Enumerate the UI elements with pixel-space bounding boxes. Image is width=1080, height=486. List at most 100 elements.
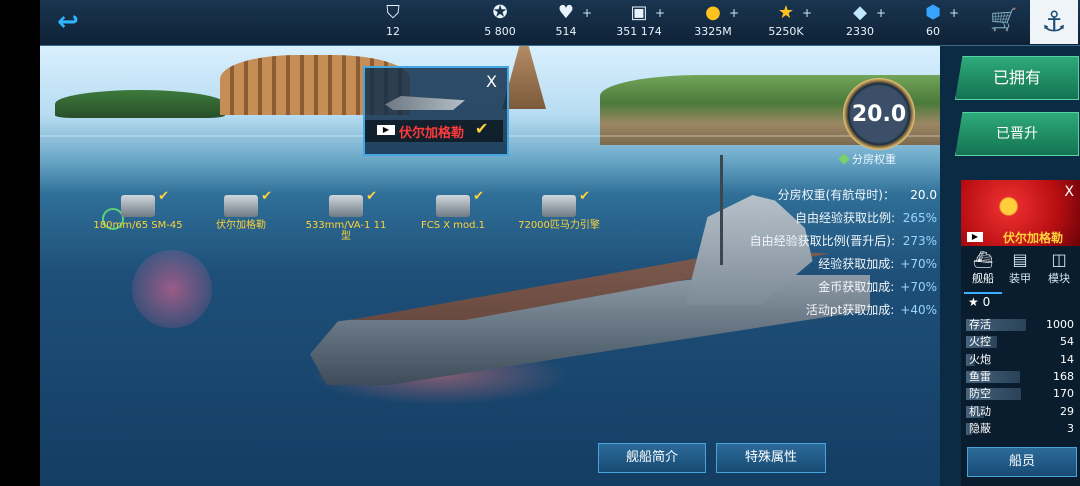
coin-icon: ● xyxy=(705,2,721,23)
tab-armor[interactable]: ▤ 装甲 xyxy=(1001,250,1039,292)
attribute-value: 170 xyxy=(1053,387,1074,401)
star-icon: ★ xyxy=(968,295,979,309)
module-engine[interactable]: ✔ 72000匹马力引擎 xyxy=(514,190,604,231)
book-icon: ▣ xyxy=(630,2,648,23)
anchor-icon[interactable]: ⚓ xyxy=(1030,0,1078,44)
attribute-row: 存活 1000 xyxy=(966,318,1078,332)
resource-rank: ⛉ 12 xyxy=(353,2,433,38)
attribute-row: 隐蔽 3 xyxy=(966,422,1078,436)
module-hull[interactable]: ✔ 伏尔加格勒 xyxy=(196,190,286,231)
check-icon: ✔ xyxy=(158,189,169,204)
attribute-row: 火控 54 xyxy=(966,335,1078,349)
armor-icon: ▤ xyxy=(1012,250,1028,269)
engine-icon xyxy=(542,195,576,217)
ship-intro-button[interactable]: 舰船简介 xyxy=(598,443,706,473)
stat-row: 自由经验获取比例: 265% xyxy=(794,211,937,225)
left-black-bar xyxy=(0,0,40,486)
attribute-label: 机动 xyxy=(969,404,991,418)
plus-icon[interactable]: + xyxy=(802,6,812,20)
tab-ship[interactable]: ⛴ 舰船 xyxy=(964,250,1002,294)
resource-diamonds[interactable]: ◆ + 2330 xyxy=(820,2,900,38)
back-arrow-icon: ↩ xyxy=(57,7,79,37)
gun-turret-icon xyxy=(121,195,155,217)
stat-row: 金币获取加成: +70% xyxy=(818,280,937,294)
special-attributes-button[interactable]: 特殊属性 xyxy=(716,443,826,473)
module-fire-control[interactable]: ✔ FCS X mod.1 xyxy=(408,190,498,231)
attribute-label: 存活 xyxy=(969,318,991,331)
stat-row: 分房权重(有航母时)： 20.0 xyxy=(777,188,937,202)
attribute-row: 机动 29 xyxy=(966,405,1078,419)
diamond-icon: ◆ xyxy=(853,2,867,23)
ship-name: 伏尔加格勒 xyxy=(1003,231,1064,245)
back-button[interactable]: ↩ xyxy=(46,6,90,38)
heart-highlight xyxy=(132,250,212,328)
attribute-label: 火控 xyxy=(969,335,991,349)
attribute-value: 1000 xyxy=(1046,318,1074,331)
attribute-value: 168 xyxy=(1053,369,1074,383)
attribute-row: 防空 170 xyxy=(966,387,1078,401)
shop-cart-icon[interactable]: 🛒 xyxy=(990,8,1017,33)
attribute-label: 鱼雷 xyxy=(969,369,991,383)
module-label: 72000匹马力引擎 xyxy=(518,220,600,231)
attribute-label: 隐蔽 xyxy=(969,421,991,435)
attribute-value: 3 xyxy=(1067,421,1074,435)
plus-icon[interactable]: + xyxy=(655,6,665,20)
module-torpedo[interactable]: ✔ 533mm/VA-1 11型 xyxy=(301,190,391,242)
resource-hearts[interactable]: ♥ + 514 xyxy=(526,2,606,38)
attribute-row: 鱼雷 168 xyxy=(966,370,1078,384)
attribute-label: 防空 xyxy=(969,387,991,401)
ship-name: 伏尔加格勒 xyxy=(399,126,465,141)
matchmaking-rating-badge: 20.0 xyxy=(843,78,915,150)
check-icon: ✔ xyxy=(473,189,484,204)
module-label: 伏尔加格勒 xyxy=(216,220,266,231)
rank-icon: ⛉ xyxy=(386,2,400,23)
rating-value: 20.0 xyxy=(851,101,907,127)
check-icon: ✔ xyxy=(261,189,272,204)
attribute-value: 54 xyxy=(1060,335,1074,349)
plus-icon[interactable]: + xyxy=(876,6,886,20)
ship-icon: ⛴ xyxy=(972,250,994,269)
attribute-label: 火炮 xyxy=(969,352,991,366)
class-badge-icon: ▶ xyxy=(967,232,983,242)
attribute-row: 火炮 14 xyxy=(966,353,1078,367)
module-label: 180mm/65 SM-45 xyxy=(93,220,183,231)
module-label: 533mm/VA-1 11型 xyxy=(305,220,387,242)
module-icon: ◫ xyxy=(1051,250,1067,269)
module-label: FCS X mod.1 xyxy=(420,220,486,231)
ship-flag-banner: X ▶ 伏尔加格勒 xyxy=(961,180,1080,246)
plus-icon[interactable]: + xyxy=(949,6,959,20)
torpedo-icon xyxy=(329,195,363,217)
experience-icon: ✪ xyxy=(492,2,508,23)
hull-icon xyxy=(224,195,258,217)
resource-stars[interactable]: ★ + 5250K xyxy=(746,2,826,38)
resource-gems[interactable]: ⬢ + 60 xyxy=(893,2,973,38)
crew-button[interactable]: 船员 xyxy=(967,447,1077,477)
tab-modules[interactable]: ◫ 模块 xyxy=(1040,250,1078,292)
plus-icon[interactable]: + xyxy=(582,6,592,20)
close-icon[interactable]: X xyxy=(1064,184,1074,200)
resource-books[interactable]: ▣ + 351 174 xyxy=(599,2,679,38)
stat-row: 经验获取加成: +70% xyxy=(818,257,937,271)
owned-button[interactable]: 已拥有 xyxy=(955,56,1079,100)
stat-row: 活动pt获取加成: +40% xyxy=(805,303,937,317)
module-main-gun[interactable]: ✔ 180mm/65 SM-45 xyxy=(93,190,183,231)
ship-mast xyxy=(720,155,723,265)
bonus-stats: 分房权重(有航母时)： 20.0 自由经验获取比例: 265% 自由经验获取比例(晋… xyxy=(750,184,937,322)
selected-ship-card[interactable]: X ▶ 伏尔加格勒 ✔ xyxy=(363,66,509,156)
close-icon[interactable]: X xyxy=(486,72,497,91)
resource-coins[interactable]: ● + 3325M xyxy=(673,2,753,38)
island-scenery xyxy=(55,90,225,118)
attribute-value: 29 xyxy=(1060,404,1074,418)
heart-icon: ♥ xyxy=(557,2,575,23)
plus-icon[interactable]: + xyxy=(729,6,739,20)
fire-control-icon xyxy=(436,195,470,217)
star-rating: ★ 0 xyxy=(968,295,991,309)
ship-thumbnail xyxy=(385,96,465,110)
gem-icon: ⬢ xyxy=(925,2,941,23)
check-icon: ✔ xyxy=(579,189,590,204)
check-icon: ✔ xyxy=(366,189,377,204)
promoted-button[interactable]: 已晋升 xyxy=(955,112,1079,156)
rating-label: 分房权重 xyxy=(838,151,896,167)
attribute-value: 14 xyxy=(1060,352,1074,366)
star-icon: ★ xyxy=(777,2,795,23)
